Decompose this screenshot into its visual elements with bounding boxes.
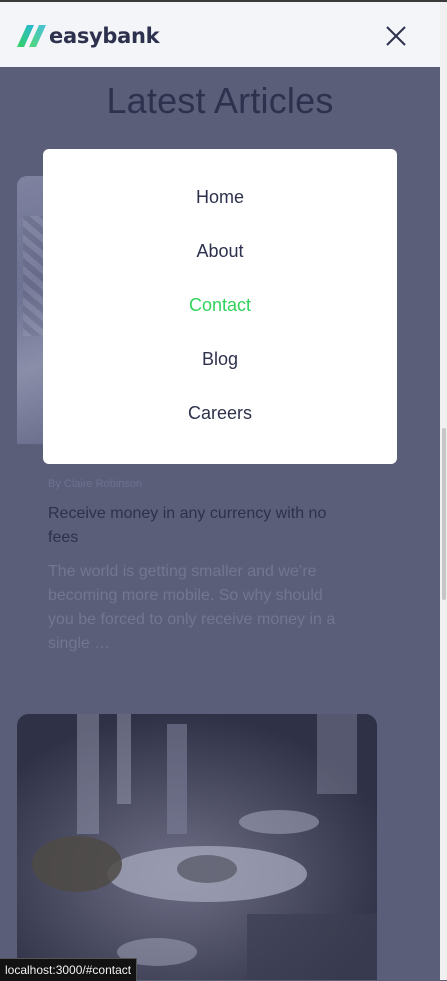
close-icon[interactable]: [384, 24, 408, 48]
status-bar-url: localhost:3000/#contact: [0, 958, 138, 981]
site-header: easybank: [0, 2, 440, 67]
article-image-restaurant[interactable]: [17, 714, 377, 980]
logo-wordmark: easybank: [49, 24, 160, 48]
menu-item-blog[interactable]: Blog: [43, 349, 397, 370]
article-excerpt: The world is getting smaller and we’re b…: [48, 563, 336, 652]
menu-item-careers[interactable]: Careers: [43, 403, 397, 424]
article-author: By Claire Robinson: [48, 478, 143, 490]
mobile-nav-menu: Home About Contact Blog Careers: [43, 149, 397, 464]
article-title[interactable]: Receive money in any currency with no fe…: [48, 502, 353, 550]
easybank-logo-icon: [17, 25, 46, 47]
easybank-logo[interactable]: easybank: [17, 24, 160, 48]
menu-item-home[interactable]: Home: [43, 187, 397, 208]
section-title: Latest Articles: [106, 80, 334, 121]
menu-item-contact[interactable]: Contact: [43, 295, 397, 316]
menu-item-about[interactable]: About: [43, 241, 397, 262]
scrollbar-thumb[interactable]: [442, 428, 446, 600]
